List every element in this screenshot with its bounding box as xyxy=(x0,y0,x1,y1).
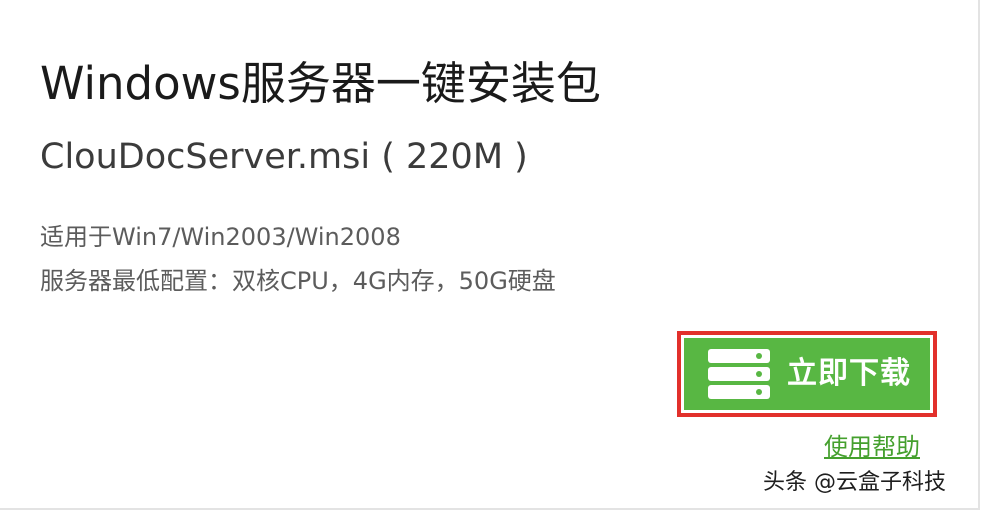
download-now-button[interactable]: 立即下载 xyxy=(684,338,930,410)
compatibility-text: 适用于Win7/Win2003/Win2008 xyxy=(40,223,401,251)
usage-help-link[interactable]: 使用帮助 xyxy=(824,430,920,464)
server-icon xyxy=(708,349,770,399)
minimum-specs-text: 服务器最低配置：双核CPU，4G内存，50G硬盘 xyxy=(40,267,556,295)
installer-title: Windows服务器一键安装包 xyxy=(40,57,601,110)
watermark-text: 头条 @云盒子科技 xyxy=(763,470,946,495)
installer-file-label: ClouDocServer.msi ( 220M ) xyxy=(40,137,528,177)
download-now-label: 立即下载 xyxy=(787,356,911,391)
installer-download-card: Windows服务器一键安装包 ClouDocServer.msi ( 220M… xyxy=(0,0,980,510)
